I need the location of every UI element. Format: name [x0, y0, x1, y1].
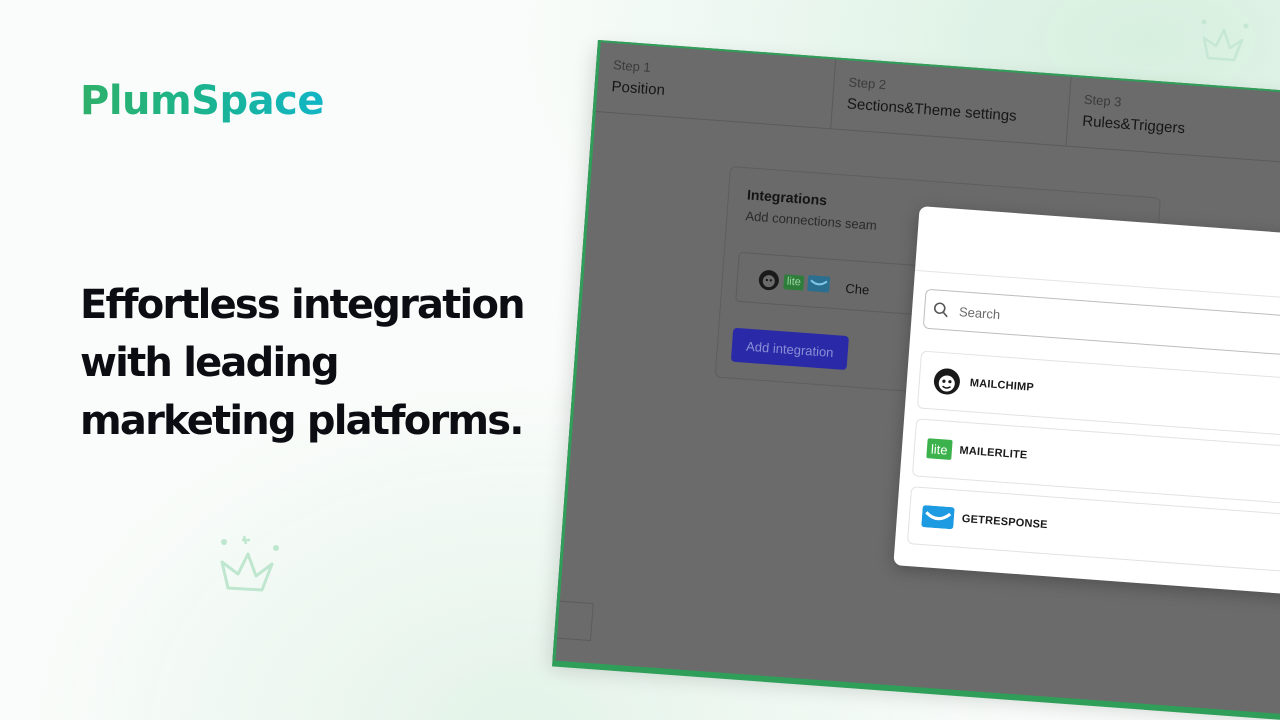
getresponse-icon: [921, 505, 955, 530]
integration-modal: MAILCHIMP lite MAILERLITE GETRESPONSE: [893, 206, 1280, 604]
stepper: Step 1 Position Step 2 Sections&Theme se…: [595, 42, 1280, 167]
sparkle-crown-icon: [220, 535, 279, 592]
sparkle-crown-icon: [1201, 19, 1249, 62]
search-input[interactable]: [956, 302, 1280, 350]
integration-icons: lite: [757, 268, 831, 295]
getresponse-icon: [807, 275, 831, 293]
brand-logo: PlumSpace: [80, 78, 324, 124]
brand-name: PlumSpace: [80, 78, 324, 124]
platform-name: GETRESPONSE: [961, 512, 1049, 532]
integrations-title: Integrations: [746, 186, 828, 209]
headline-line-2: with leading: [80, 340, 340, 386]
bottom-control[interactable]: [552, 600, 594, 642]
integration-row-text: Che: [844, 280, 870, 298]
hero-headline: Effortless integration with leading mark…: [80, 276, 540, 450]
platform-name: MAILCHIMP: [969, 377, 1035, 394]
step-position[interactable]: Step 1 Position: [595, 42, 837, 130]
headline-line-1: Effortless integration: [80, 282, 526, 328]
search-icon: [933, 302, 948, 318]
add-integration-button[interactable]: Add integration: [730, 327, 849, 371]
step-rules-triggers[interactable]: Step 3 Rules&Triggers: [1066, 76, 1280, 164]
mailchimp-icon: [758, 270, 779, 291]
mailchimp-icon: [933, 368, 960, 395]
mailerlite-icon: lite: [783, 273, 805, 291]
integrations-subtitle: Add connections seam: [744, 208, 878, 233]
platform-item-getresponse[interactable]: GETRESPONSE: [906, 486, 1280, 581]
step-sections-theme[interactable]: Step 2 Sections&Theme settings: [831, 59, 1072, 147]
mailerlite-icon: lite: [926, 438, 953, 460]
app-window: Step 1 Position Step 2 Sections&Theme se…: [552, 40, 1280, 717]
headline-line-3: marketing platforms.: [80, 398, 524, 444]
platform-name: MAILERLITE: [959, 444, 1028, 462]
